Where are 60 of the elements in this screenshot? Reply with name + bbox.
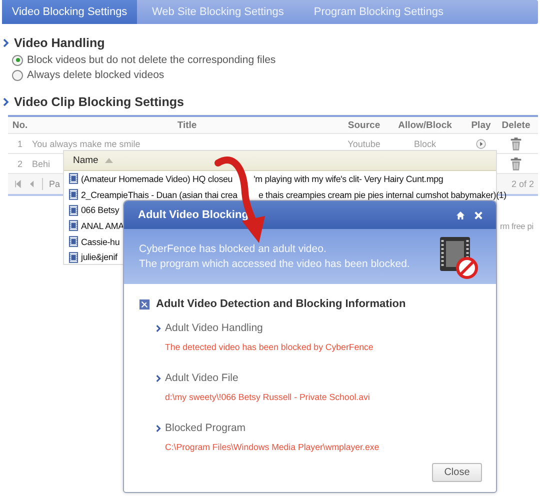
dialog-title: Adult Video Blocking <box>138 209 248 221</box>
home-icon[interactable] <box>456 210 465 220</box>
page-label: Pa <box>49 179 60 189</box>
table-cell-text: 1 <box>16 138 24 148</box>
radio-button[interactable] <box>12 70 23 80</box>
file-name[interactable]: 2_CreampieThais - Duan (asian thai crea <box>81 190 238 200</box>
chevron-icon <box>3 39 9 47</box>
file-name[interactable]: Cassie-hu <box>81 236 120 247</box>
close-icon[interactable] <box>474 210 483 220</box>
trash-icon[interactable] <box>510 136 522 150</box>
detail-value: d:\my sweety\!066 Betsy Russell - Private School.avi <box>165 392 371 402</box>
column-header: Delete <box>500 120 532 130</box>
radio-label: Always delete blocked videos <box>27 69 164 81</box>
column-header: Title <box>176 120 198 130</box>
trash-icon[interactable] <box>510 156 522 170</box>
video-file-icon <box>69 173 78 184</box>
detail-value: The detected video has been blocked by CyberFence <box>165 342 374 352</box>
video-file-icon <box>69 236 78 248</box>
tab[interactable]: Video Blocking Settings <box>2 0 137 24</box>
radio-button[interactable] <box>12 54 23 66</box>
section-title: Video Clip Blocking Settings <box>14 95 184 109</box>
column-header: Play <box>470 120 492 130</box>
alert-message: CyberFence has blocked an adult video. <box>139 243 328 255</box>
table-cell: You always make me smile <box>32 138 140 148</box>
video-file-icon <box>69 220 78 232</box>
alert-message: The program which accessed the video has been blocked. <box>139 258 410 270</box>
chevron-icon <box>156 424 161 432</box>
section-title: Video Handling <box>14 36 105 50</box>
table-cell: Youtube <box>348 138 380 148</box>
file-name[interactable]: julie&jenif <box>81 252 118 262</box>
blocked-film-icon <box>438 234 478 278</box>
detail-label: Blocked Program <box>165 422 246 434</box>
page-range: 2 of 2 <box>511 179 534 189</box>
document-icon <box>139 298 150 310</box>
section-title: Adult Video Detection and Blocking Information <box>156 298 406 310</box>
file-name[interactable]: 'm playing with my wife's clit- Very Hairy Cunt.mpg <box>254 174 444 184</box>
table-cell: Block <box>414 138 436 148</box>
file-name[interactable]: (Amateur Homemade Video) HQ closeu <box>81 174 233 184</box>
video-file-icon <box>69 189 78 200</box>
video-file-icon <box>69 252 78 263</box>
column-header: Allow/Block <box>397 120 453 130</box>
detail-label: Adult Video Handling <box>165 322 263 334</box>
column-header: No. <box>11 120 29 130</box>
sort-arrow-icon <box>105 158 114 163</box>
file-name[interactable]: 066 Betsy <box>81 205 120 216</box>
table-cell: Behi <box>32 158 50 168</box>
detail-label: Adult Video File <box>165 372 238 384</box>
play-icon[interactable] <box>476 138 486 148</box>
close-button[interactable]: Close <box>432 463 482 482</box>
column-header: Source <box>346 120 382 130</box>
video-file-icon <box>69 204 78 216</box>
file-name[interactable]: e thais creampies cream pie pies internal cumshot babymaker)(1) <box>258 190 506 200</box>
table-cell-text: 2 <box>16 158 24 168</box>
chevron-icon <box>3 98 9 106</box>
file-name[interactable]: ANAL AMA <box>81 220 124 231</box>
detail-value: C:\Program Files\Windows Media Player\wmplayer.exe <box>165 442 380 452</box>
chevron-icon <box>156 374 161 382</box>
radio-label: Block videos but do not delete the corresponding files <box>27 54 276 66</box>
chevron-icon <box>156 324 161 332</box>
column-header[interactable]: Name <box>73 155 98 166</box>
